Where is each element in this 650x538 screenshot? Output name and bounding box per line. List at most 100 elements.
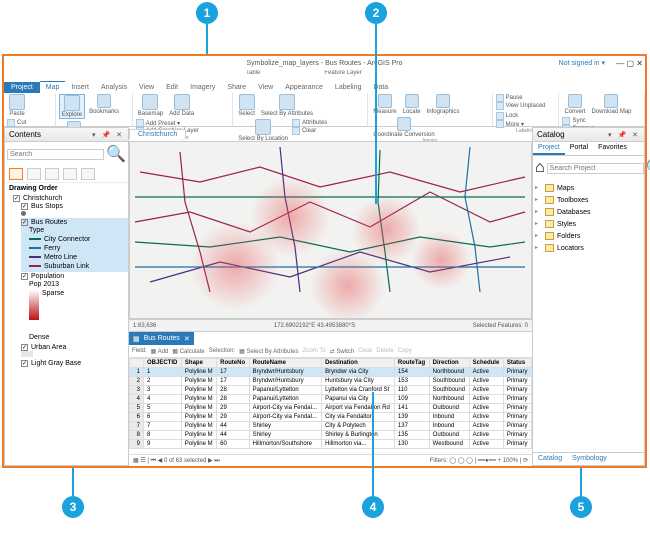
explore-button[interactable]: Explore [59,94,85,119]
tab-analysis[interactable]: Analysis [95,82,133,93]
ribbon-group-navigate: Explore Bookmarks Go To XY Navigate [56,93,133,126]
window-controls[interactable]: — ▢ ✕ [616,59,643,68]
cut-button[interactable]: Cut [7,119,45,127]
map-view[interactable] [129,141,532,319]
list-by-selection[interactable] [45,168,59,180]
catalog-search[interactable] [547,163,644,174]
infographics-button[interactable]: Infographics [425,94,462,115]
table-row[interactable]: 33Polyline M28Papanui/LytteltonLyttelton… [130,386,532,395]
field-calculate[interactable]: ▦ Calculate [172,348,204,355]
tbl-switch[interactable]: ⇄ Switch [330,348,354,355]
list-by-source[interactable] [27,168,41,180]
add-preset-button[interactable]: Add Preset ▾ [136,119,199,127]
attribute-table[interactable]: OBJECTIDShapeRouteNoRouteNameDestination… [129,358,532,449]
tab-imagery[interactable]: Imagery [184,82,221,93]
context-tab-table: Table [234,70,272,80]
ribbon-group-labeling: Pause View Unplaced Lock More ▾ Labeling [493,93,560,126]
tbl-clear: Clear [358,348,372,354]
app-window: Symbolize_map_layers - Bus Routes - ArcG… [2,54,647,468]
list-by-snapping[interactable] [81,168,95,180]
catalog-folders: Folders [535,230,642,242]
catalog-tab-favorites[interactable]: Favorites [593,142,632,155]
tbl-copy: Copy [398,348,412,354]
catalog-tab-project[interactable]: Project [533,142,565,155]
table-tab[interactable]: ▦ Bus Routes ✕ [129,332,194,345]
tbl-sel-by-attr[interactable]: ▦ Select By Attributes [239,348,298,355]
tab-map[interactable]: Map [40,81,66,93]
table-row[interactable]: 88Polyline M44ShirleyShirley & Burlingto… [130,431,532,440]
catalog-pane: Catalog▾ 📌 ✕ Project Portal Favorites ⌂🔍… [532,127,645,466]
callout-2: 2 [365,2,387,24]
signin-link[interactable]: Not signed in ▾ [559,59,605,67]
bookmarks-button[interactable]: Bookmarks [87,94,121,115]
tab-insert[interactable]: Insert [65,82,95,93]
tab-appearance[interactable]: Appearance [279,82,329,93]
convert-button[interactable]: Convert [562,94,587,115]
table-row[interactable]: 11Polyline M17Bryndwr/HuntsburyBryndwr v… [130,368,532,377]
search-icon[interactable]: 🔍 [646,158,650,178]
tab-project[interactable]: Project [4,82,40,93]
map-scale[interactable]: 1:83,636 [133,323,156,329]
population-year: Pop 2013 [29,280,128,289]
title-bar: Symbolize_map_layers - Bus Routes - ArcG… [4,56,645,70]
toc-tree[interactable]: ✓Christchurch ✓Bus Stops ✓Bus Routes Typ… [5,194,128,465]
footer-catalog-tab[interactable]: Catalog [533,453,567,465]
list-by-drawing-order[interactable] [9,168,23,180]
table-row[interactable]: 22Polyline M17Bryndwr/HuntsburyHuntsbury… [130,377,532,386]
table-toolbar: Field: ▦ Add ▦ Calculate Selection: ▦ Se… [129,345,532,358]
table-row[interactable]: 77Polyline M44ShirleyCity & Polytech137I… [130,422,532,431]
pause-button[interactable]: Pause [496,94,546,102]
home-icon[interactable]: ⌂ [535,159,545,177]
catalog-title: Catalog [537,130,565,139]
window-title: Symbolize_map_layers - Bus Routes - ArcG… [246,60,402,67]
catalog-tab-portal[interactable]: Portal [565,142,593,155]
add-data-button[interactable]: Add Data [167,94,196,117]
tab-data[interactable]: Data [367,82,394,93]
basemap-button[interactable]: Basemap [136,94,165,117]
route-metro: Metro Line [29,253,128,262]
layer-basemap: ✓Light Gray Base [21,359,128,368]
pane-controls[interactable]: ▾ 📌 ✕ [92,131,124,139]
contents-search[interactable] [7,149,104,160]
tab-labeling[interactable]: Labeling [329,82,367,93]
catalog-controls[interactable]: ▾ 📌 ✕ [608,131,640,139]
table-footer: ▦ ☰ | ⏮ ◀ 0 of 63 selected ▶ ⏭ Filters: … [129,454,532,466]
table-row[interactable]: 55Polyline M29Airport-City via Fendal...… [130,404,532,413]
field-add[interactable]: ▦ Add [151,348,169,355]
callout-3: 3 [62,496,84,518]
tab-table-view[interactable]: View [252,82,279,93]
tab-edit[interactable]: Edit [160,82,184,93]
sync-button[interactable]: Sync [562,117,594,125]
callout-1: 1 [196,2,218,24]
table-row[interactable]: 44Polyline M28Papanui/LytteltonPapanui v… [130,395,532,404]
lock-button[interactable]: Lock [496,112,524,120]
tab-share[interactable]: Share [221,82,252,93]
ribbon-group-clipboard: Paste Cut Copy Copy Path Clipboard [4,93,56,126]
list-by-editing[interactable] [63,168,77,180]
contents-pane: Contents▾ 📌 ✕ 🔍 Drawing Order ✓Christchu… [4,127,129,466]
ribbon-tabs: Project Map Insert Analysis View Edit Im… [4,80,645,93]
catalog-tree[interactable]: Maps Toolboxes Databases Styles Folders … [533,180,644,256]
tab-view[interactable]: View [133,82,160,93]
catalog-styles: Styles [535,218,642,230]
callout-line-5 [580,468,582,496]
select-by-attr-button[interactable]: Select By Attributes [259,94,315,117]
callout-4: 4 [362,496,384,518]
table-row[interactable]: 99Polyline M60Hillmorton/SouthshoreHillm… [130,440,532,449]
layer-population: ✓Population Pop 2013 SparseDense [21,272,128,343]
table-row[interactable]: 66Polyline M29Airport-City via Fendal...… [130,413,532,422]
select-button[interactable]: Select [236,94,257,117]
map-frame: ✓Christchurch ✓Bus Stops ✓Bus Routes Typ… [13,194,128,369]
footer-symbology-tab[interactable]: Symbology [567,453,612,465]
map-coord: 172.6902192°E 43.4953880°S [274,323,355,329]
search-icon[interactable]: 🔍 [106,144,126,164]
view-unplaced-button[interactable]: View Unplaced [496,102,546,110]
paste-button[interactable]: Paste [7,94,27,117]
attributes-button[interactable]: Attributes [292,119,327,127]
toc-view-buttons [5,166,128,183]
contents-title: Contents [9,130,41,139]
map-view-tab[interactable]: Christchurch [129,129,186,139]
catalog-maps: Maps [535,182,642,194]
download-map-button[interactable]: Download Map [589,94,633,115]
locate-button[interactable]: Locate [401,94,423,115]
